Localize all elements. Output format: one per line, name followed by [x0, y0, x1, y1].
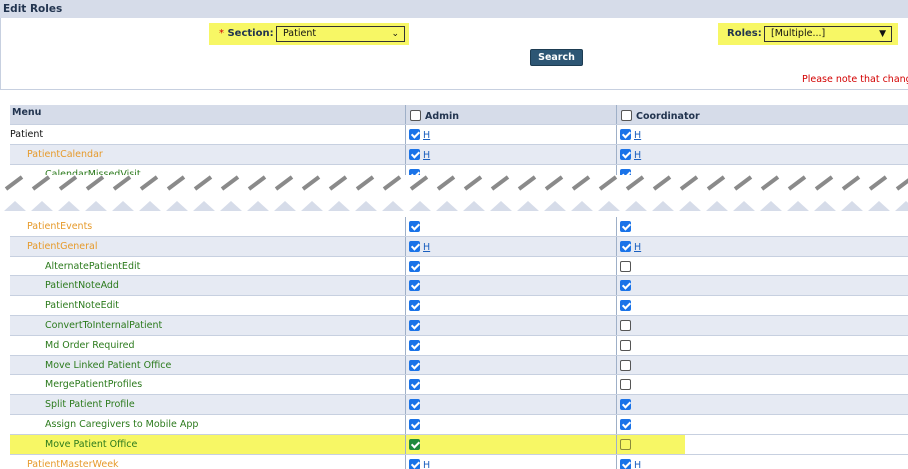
table-row: ConvertToInternalPatient: [10, 315, 908, 336]
roles-select[interactable]: [Multiple...] ▼: [764, 26, 892, 42]
table-row: MergePatientProfiles: [10, 375, 908, 396]
menu-item-label: ConvertToInternalPatient: [45, 319, 163, 331]
admin-column-header: Admin: [425, 111, 460, 122]
coordinator-permission-checkbox[interactable]: [620, 359, 631, 371]
menu-item-label: PatientCalendar: [27, 148, 103, 160]
roles-label: Roles:: [727, 28, 762, 39]
menu-item-label: AlternatePatientEdit: [45, 260, 141, 272]
coordinator-permission-checkbox[interactable]: [620, 148, 631, 160]
admin-hide-link[interactable]: H: [423, 130, 430, 141]
menu-item-label: Patient: [10, 129, 44, 140]
menu-item-label: MergePatientProfiles: [45, 379, 143, 391]
admin-permission-checkbox[interactable]: [409, 379, 420, 391]
coordinator-select-all-checkbox[interactable]: [621, 110, 632, 121]
menu-item-label: PatientEvents: [27, 221, 93, 232]
filter-panel: * Section: Patient ⌄ Roles: [Multiple...…: [0, 18, 908, 90]
dropdown-arrow-icon: ▼: [879, 29, 886, 39]
menu-item-label: Move Linked Patient Office: [45, 359, 172, 371]
coordinator-hide-link[interactable]: H: [634, 460, 641, 469]
coordinator-permission-checkbox[interactable]: [620, 300, 631, 312]
admin-hide-link[interactable]: H: [423, 242, 430, 253]
coordinator-permission-checkbox[interactable]: [620, 379, 631, 391]
admin-permission-checkbox[interactable]: [409, 221, 420, 232]
menu-item-label: PatientNoteAdd: [45, 280, 119, 292]
permissions-table-continued: PatientEvents PatientGeneral H H AlternatePa…: [10, 217, 908, 469]
coordinator-permission-checkbox[interactable]: [620, 418, 631, 430]
admin-permission-checkbox[interactable]: [409, 418, 420, 430]
table-row: Move Linked Patient Office: [10, 355, 908, 376]
coordinator-permission-checkbox[interactable]: [620, 260, 631, 272]
admin-permission-checkbox[interactable]: [409, 339, 420, 351]
search-button[interactable]: Search: [530, 49, 583, 66]
coordinator-hide-link[interactable]: H: [634, 242, 641, 253]
menu-item-label: PatientGeneral: [27, 240, 98, 252]
coordinator-permission-checkbox[interactable]: [620, 129, 631, 140]
admin-permission-checkbox[interactable]: [409, 300, 420, 312]
table-row: AlternatePatientEdit: [10, 256, 908, 277]
table-row: PatientGeneral H H: [10, 236, 908, 257]
menu-item-label: PatientMasterWeek: [27, 458, 119, 469]
required-marker: *: [219, 28, 224, 39]
coordinator-permission-checkbox[interactable]: [620, 240, 631, 252]
coordinator-hide-link[interactable]: H: [634, 130, 641, 141]
admin-permission-checkbox[interactable]: [409, 129, 420, 140]
admin-hide-link[interactable]: H: [423, 460, 430, 469]
menu-column-header: Menu: [12, 107, 42, 118]
coordinator-permission-checkbox[interactable]: [620, 339, 631, 351]
table-row: Split Patient Profile: [10, 395, 908, 415]
admin-permission-checkbox[interactable]: [409, 240, 420, 252]
admin-permission-checkbox[interactable]: [409, 438, 420, 450]
admin-permission-checkbox[interactable]: [409, 399, 420, 411]
admin-permission-checkbox[interactable]: [409, 319, 420, 331]
menu-item-label: PatientNoteEdit: [45, 300, 119, 312]
table-row: Assign Caregivers to Mobile App: [10, 414, 908, 435]
coordinator-permission-checkbox[interactable]: [620, 438, 631, 450]
table-row: Md Order Required: [10, 335, 908, 356]
section-select[interactable]: Patient ⌄: [276, 26, 405, 42]
table-row: PatientCalendar H H: [10, 144, 908, 165]
coordinator-permission-checkbox[interactable]: [620, 280, 631, 292]
menu-item-label: Split Patient Profile: [45, 399, 135, 411]
coordinator-permission-checkbox[interactable]: [620, 458, 631, 469]
admin-permission-checkbox[interactable]: [409, 280, 420, 292]
coordinator-permission-checkbox[interactable]: [620, 399, 631, 411]
admin-permission-checkbox[interactable]: [409, 148, 420, 160]
table-row: PatientNoteEdit: [10, 296, 908, 316]
table-row: PatientNoteAdd: [10, 276, 908, 297]
section-label: * Section:: [219, 28, 274, 39]
permissions-table: Menu Admin Coordinator Patient H H PatientC…: [10, 105, 908, 185]
menu-item-label: Assign Caregivers to Mobile App: [45, 418, 199, 430]
table-row: Move Patient Office: [10, 434, 908, 455]
table-header: Menu Admin Coordinator: [10, 105, 908, 125]
table-row: PatientMasterWeek H H: [10, 454, 908, 469]
admin-permission-checkbox[interactable]: [409, 458, 420, 469]
warning-note: Please note that chang: [802, 74, 908, 85]
torn-edge-separator: [0, 175, 908, 215]
menu-item-label: Move Patient Office: [45, 438, 138, 450]
table-row: PatientEvents: [10, 217, 908, 237]
title-bar: Edit Roles: [0, 0, 908, 18]
admin-hide-link[interactable]: H: [423, 150, 430, 161]
menu-item-label: Md Order Required: [45, 339, 135, 351]
page-title: Edit Roles: [3, 3, 63, 15]
coordinator-column-header: Coordinator: [636, 111, 700, 122]
table-row: Patient H H: [10, 125, 908, 145]
admin-select-all-checkbox[interactable]: [410, 110, 421, 121]
coordinator-permission-checkbox[interactable]: [620, 319, 631, 331]
coordinator-permission-checkbox[interactable]: [620, 221, 631, 232]
admin-permission-checkbox[interactable]: [409, 260, 420, 272]
chevron-down-icon: ⌄: [391, 29, 399, 39]
admin-permission-checkbox[interactable]: [409, 359, 420, 371]
coordinator-hide-link[interactable]: H: [634, 150, 641, 161]
